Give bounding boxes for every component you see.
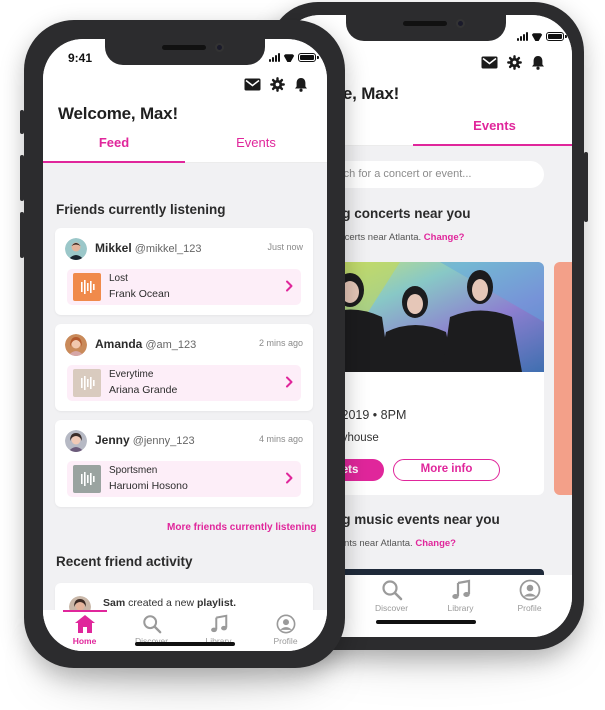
- event-card-next[interactable]: [554, 262, 572, 495]
- nav-home[interactable]: Home: [55, 610, 115, 651]
- avatar: [65, 238, 87, 260]
- nav-profile[interactable]: Profile: [256, 610, 316, 651]
- wifi-icon: [531, 32, 543, 41]
- music-events-heading: ng music events near you: [334, 512, 500, 527]
- feed-screen: 9:41 Welcome, Max! Feed Events Friends c…: [43, 39, 327, 651]
- mute-switch: [20, 110, 24, 134]
- avatar: [65, 334, 87, 356]
- activity-text: Sam created a new playlist.: [103, 597, 237, 609]
- friend-name: Mikkel @mikkel_123: [95, 241, 202, 255]
- change-location-link[interactable]: Change?: [424, 232, 465, 243]
- bell-icon[interactable]: [531, 55, 545, 70]
- wifi-icon: [283, 53, 295, 62]
- profile-icon: [276, 614, 295, 634]
- welcome-title: Welcome, Max!: [58, 104, 178, 123]
- chevron-right-icon: [286, 280, 293, 292]
- tab-events[interactable]: Events: [185, 129, 327, 162]
- more-info-button[interactable]: More info: [393, 459, 500, 481]
- music-note-icon: [451, 579, 470, 599]
- chevron-right-icon: [286, 472, 293, 484]
- header-icons: [244, 77, 308, 92]
- nav-library[interactable]: Library: [431, 575, 491, 637]
- phone-feed: 9:41 Welcome, Max! Feed Events Friends c…: [20, 20, 345, 668]
- chevron-right-icon: [286, 376, 293, 388]
- signal-icon: [517, 32, 528, 41]
- status-time: 9:41: [68, 51, 93, 65]
- search-icon: [142, 615, 161, 634]
- header-icons: [481, 55, 545, 70]
- album-cover: [73, 369, 101, 397]
- profile-icon: [519, 579, 540, 601]
- concerts-heading: ng concerts near you: [334, 206, 471, 221]
- search-input[interactable]: rch for a concert or event...: [326, 161, 544, 188]
- friend-card[interactable]: Jenny @jenny_123 4 mins ago Sportsmen Har…: [55, 420, 313, 507]
- song-artist: Haruomi Hosono: [109, 480, 188, 492]
- friend-card[interactable]: Amanda @am_123 2 mins ago Everytime Arian…: [55, 324, 313, 411]
- music-events-location: vents near Atlanta. Change?: [334, 538, 456, 549]
- nav-profile[interactable]: Profile: [500, 575, 560, 637]
- home-indicator: [135, 642, 235, 646]
- gear-icon[interactable]: [270, 77, 285, 92]
- power-button: [584, 152, 588, 222]
- listen-time: Just now: [267, 242, 303, 252]
- friend-name: Amanda @am_123: [95, 337, 197, 351]
- song-row[interactable]: Sportsmen Haruomi Hosono: [67, 461, 301, 497]
- listen-time: 4 mins ago: [258, 434, 303, 444]
- avatar: [65, 430, 87, 452]
- battery-icon: [546, 32, 567, 41]
- volume-down-button: [20, 212, 24, 258]
- song-title: Everytime: [109, 369, 154, 380]
- song-title: Lost: [109, 273, 128, 284]
- album-cover: [73, 465, 101, 493]
- signal-icon: [269, 53, 280, 62]
- home-indicator: [376, 620, 476, 624]
- album-cover: [73, 273, 101, 301]
- search-icon: [381, 580, 402, 601]
- friend-name: Jenny @jenny_123: [95, 433, 195, 447]
- song-artist: Ariana Grande: [109, 384, 178, 396]
- friend-card[interactable]: Mikkel @mikkel_123 Just now Lost Frank Oc…: [55, 228, 313, 315]
- tab-bar: Feed Events: [43, 129, 327, 163]
- concerts-location: oncerts near Atlanta. Change?: [334, 232, 465, 243]
- music-note-icon: [210, 614, 227, 633]
- battery-icon: [298, 53, 319, 62]
- song-title: Sportsmen: [109, 465, 158, 476]
- song-artist: Frank Ocean: [109, 288, 170, 300]
- friends-listening-heading: Friends currently listening: [56, 202, 226, 217]
- gear-icon[interactable]: [507, 55, 522, 70]
- tab-events[interactable]: Events: [413, 112, 572, 146]
- notch: [105, 39, 265, 65]
- status-icons: [517, 32, 567, 41]
- mail-icon[interactable]: [481, 56, 498, 69]
- nav-discover[interactable]: Discover: [362, 575, 422, 637]
- listen-time: 2 mins ago: [258, 338, 303, 348]
- recent-activity-heading: Recent friend activity: [56, 554, 193, 569]
- status-icons: [269, 53, 319, 62]
- mail-icon[interactable]: [244, 78, 261, 91]
- song-row[interactable]: Lost Frank Ocean: [67, 269, 301, 305]
- more-friends-link[interactable]: More friends currently listening: [167, 522, 316, 533]
- notch: [346, 15, 506, 41]
- bell-icon[interactable]: [294, 77, 308, 92]
- song-row[interactable]: Everytime Ariana Grande: [67, 365, 301, 401]
- volume-up-button: [20, 155, 24, 201]
- home-icon: [74, 615, 95, 633]
- change-location-link-2[interactable]: Change?: [415, 538, 456, 549]
- tab-feed[interactable]: Feed: [43, 129, 185, 163]
